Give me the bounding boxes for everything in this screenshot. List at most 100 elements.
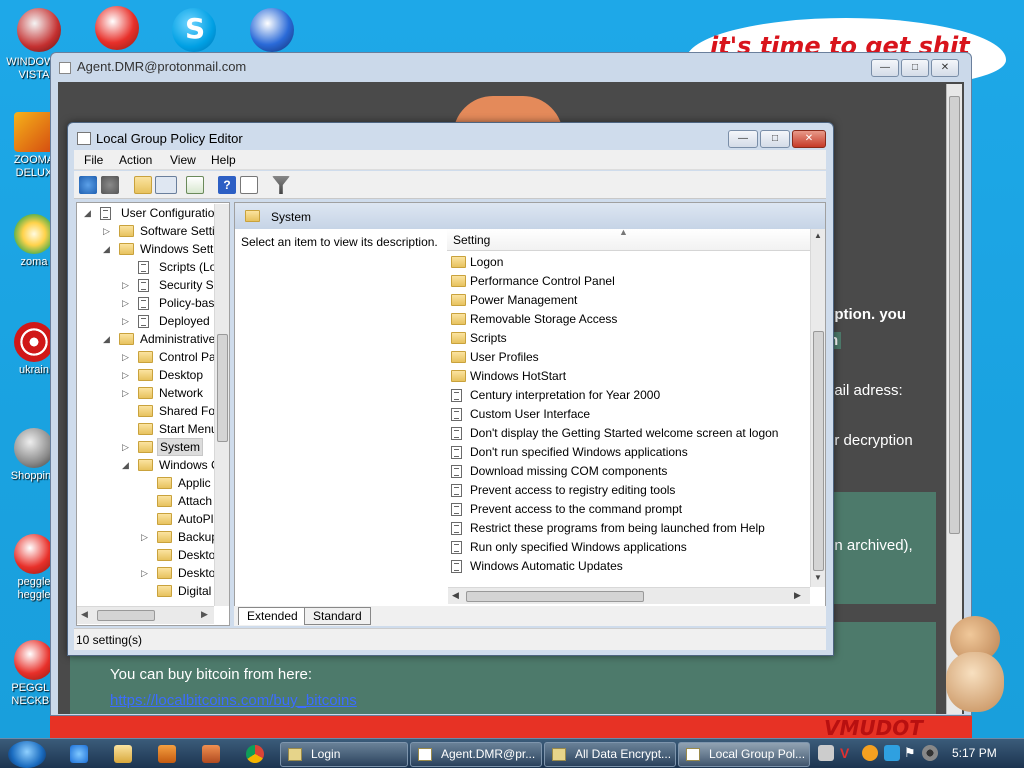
- tree-item[interactable]: ▷ Network: [122, 384, 214, 402]
- start-button[interactable]: [8, 741, 46, 768]
- menu-action[interactable]: Action: [119, 153, 152, 167]
- tree-item[interactable]: ◢ Windows C: [122, 456, 214, 474]
- tree-item[interactable]: Start Menu: [122, 420, 214, 438]
- tree-item[interactable]: Deskto: [141, 546, 214, 564]
- collapsed-arrow-icon[interactable]: ▷: [122, 294, 130, 312]
- gpedit-maximize-button[interactable]: □: [760, 130, 790, 148]
- up-folder-icon[interactable]: [134, 176, 152, 194]
- scroll-right-arrow-icon[interactable]: ▶: [794, 590, 801, 601]
- outer-close-button[interactable]: ✕: [931, 59, 959, 77]
- collapsed-arrow-icon[interactable]: ▷: [122, 312, 130, 330]
- taskbar-item-agent[interactable]: Agent.DMR@pr...: [410, 742, 542, 767]
- tree-item[interactable]: ▷ Policy-bas: [122, 294, 214, 312]
- clock[interactable]: 5:17 PM: [952, 746, 997, 760]
- tray-flag-icon[interactable]: ⚑: [904, 745, 920, 761]
- outer-scroll-thumb[interactable]: [949, 96, 960, 534]
- tree-item[interactable]: Applic: [141, 474, 214, 492]
- desktop-icon-skype[interactable]: S: [172, 8, 216, 52]
- collapsed-arrow-icon[interactable]: ▷: [122, 366, 130, 384]
- tree-item[interactable]: ▷ Software Setti: [103, 222, 214, 240]
- menu-view[interactable]: View: [170, 153, 196, 167]
- taskbar-item-all-data[interactable]: All Data Encrypt...: [544, 742, 676, 767]
- expanded-arrow-icon[interactable]: ◢: [122, 456, 130, 474]
- setting-label: Power Management: [470, 293, 578, 307]
- settings-vscrollbar[interactable]: ▲ ▼: [810, 229, 825, 587]
- chrome-icon[interactable]: [246, 745, 264, 763]
- tree-item[interactable]: ▷ Deskto: [141, 564, 214, 582]
- tree-hscrollbar[interactable]: ◀ ▶: [77, 606, 214, 624]
- tab-extended[interactable]: Extended: [238, 607, 307, 625]
- tree-hscroll-thumb[interactable]: [97, 610, 155, 621]
- ie-icon[interactable]: [70, 745, 88, 763]
- tree-item[interactable]: ▷ Security Se: [122, 276, 214, 294]
- settings-hscrollbar[interactable]: ◀ ▶: [448, 587, 810, 604]
- tree-item[interactable]: Digital: [141, 582, 214, 600]
- folder-icon: [138, 387, 153, 399]
- peggle-icon: [14, 640, 54, 680]
- menu-file[interactable]: File: [84, 153, 103, 167]
- scroll-up-arrow-icon[interactable]: ▲: [814, 231, 822, 240]
- app-icon[interactable]: [202, 745, 220, 763]
- collapsed-arrow-icon[interactable]: ▷: [122, 276, 130, 294]
- desktop-icon-peggle[interactable]: [95, 6, 139, 50]
- filter-icon[interactable]: [272, 176, 290, 194]
- collapsed-arrow-icon[interactable]: ▷: [141, 528, 149, 546]
- export-list-icon[interactable]: [186, 176, 204, 194]
- gpedit-minimize-button[interactable]: —: [728, 130, 758, 148]
- outer-minimize-button[interactable]: —: [871, 59, 899, 77]
- tree-scroll-thumb[interactable]: [217, 334, 228, 442]
- tree-item[interactable]: Scripts (Lo: [122, 258, 214, 276]
- outer-maximize-button[interactable]: □: [901, 59, 929, 77]
- tree-item[interactable]: ◢ User Configuratio: [84, 204, 214, 222]
- tree-item[interactable]: Shared Fol: [122, 402, 214, 420]
- tree-item[interactable]: Attach: [141, 492, 214, 510]
- gpedit-close-button[interactable]: ✕: [792, 130, 826, 148]
- show-hide-tree-icon[interactable]: [155, 176, 177, 194]
- properties-icon[interactable]: [240, 176, 258, 194]
- back-icon[interactable]: [79, 176, 97, 194]
- scroll-left-arrow-icon[interactable]: ◀: [452, 590, 459, 601]
- desktop-icon-browser[interactable]: [250, 8, 294, 52]
- expanded-arrow-icon[interactable]: ◢: [103, 330, 111, 348]
- tree-item[interactable]: AutoPl: [141, 510, 214, 528]
- forward-icon[interactable]: [101, 176, 119, 194]
- collapsed-arrow-icon[interactable]: ▷: [103, 222, 111, 240]
- collapsed-arrow-icon[interactable]: ▷: [122, 438, 130, 456]
- desktop-icon-windows-vista[interactable]: [17, 8, 61, 52]
- tray-display-icon[interactable]: [884, 745, 900, 761]
- scroll-right-arrow-icon[interactable]: ▶: [201, 609, 208, 620]
- taskbar-item-gpedit[interactable]: Local Group Pol...: [678, 742, 810, 767]
- tree-vscrollbar[interactable]: [214, 204, 229, 606]
- explorer-icon[interactable]: [114, 745, 132, 763]
- scroll-down-arrow-icon[interactable]: ▼: [814, 573, 822, 582]
- expanded-arrow-icon[interactable]: ◢: [103, 240, 111, 258]
- view-tabs: Extended Standard: [234, 606, 826, 626]
- tree-item[interactable]: ▷ System: [122, 438, 214, 456]
- scroll-left-arrow-icon[interactable]: ◀: [81, 609, 88, 620]
- tab-standard[interactable]: Standard: [304, 607, 371, 625]
- tree-item[interactable]: ▷ Desktop: [122, 366, 214, 384]
- tray-network-icon[interactable]: [818, 745, 834, 761]
- collapsed-arrow-icon[interactable]: ▷: [122, 384, 130, 402]
- tray-volume-icon[interactable]: [922, 745, 938, 761]
- media-player-icon[interactable]: [158, 745, 176, 763]
- collapsed-arrow-icon[interactable]: ▷: [141, 564, 149, 582]
- taskbar-item-login[interactable]: Login: [280, 742, 408, 767]
- setting-label: Performance Control Panel: [470, 274, 615, 288]
- column-header-setting[interactable]: Setting ▲: [447, 227, 810, 251]
- bitcoin-link[interactable]: https://localbitcoins.com/buy_bitcoins: [110, 692, 357, 709]
- settings-scroll-thumb[interactable]: [813, 331, 824, 571]
- tree-item[interactable]: ◢ Administrative: [103, 330, 214, 348]
- tray-search-icon[interactable]: [862, 745, 878, 761]
- tree-item[interactable]: ▷ Deployed: [122, 312, 214, 330]
- expanded-arrow-icon[interactable]: ◢: [84, 204, 92, 222]
- tree-item[interactable]: ▷ Backup: [141, 528, 214, 546]
- menu-help[interactable]: Help: [211, 153, 236, 167]
- folder-icon: [119, 333, 134, 345]
- collapsed-arrow-icon[interactable]: ▷: [122, 348, 130, 366]
- tree-item[interactable]: ◢ Windows Sett: [103, 240, 214, 258]
- tree-item[interactable]: ▷ Control Pa: [122, 348, 214, 366]
- help-icon[interactable]: ?: [218, 176, 236, 194]
- tray-v-icon[interactable]: V: [840, 745, 856, 761]
- settings-hscroll-thumb[interactable]: [466, 591, 644, 602]
